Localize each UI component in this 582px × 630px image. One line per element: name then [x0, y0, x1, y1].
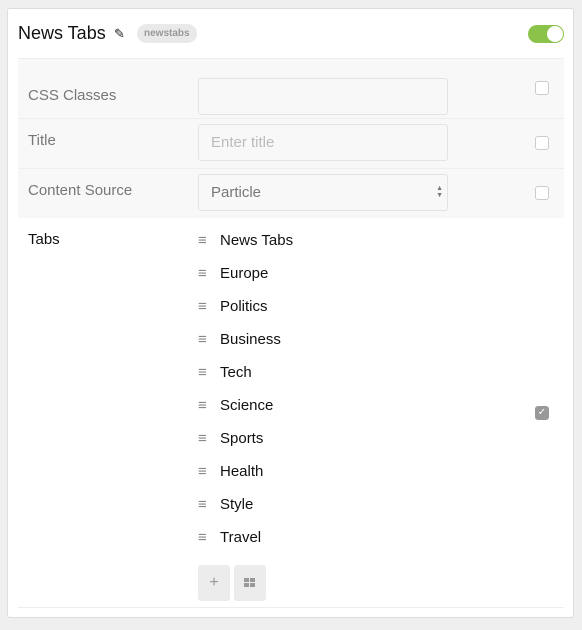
drag-handle-icon[interactable]: ≡: [198, 264, 220, 284]
tab-item[interactable]: ≡ Tech: [198, 363, 252, 383]
tab-item[interactable]: ≡ Science: [198, 396, 273, 416]
divider: [18, 168, 564, 169]
title-override-checkbox[interactable]: [535, 136, 549, 150]
content-source-select[interactable]: Particle ▲ ▼: [198, 174, 448, 211]
drag-handle-icon[interactable]: ≡: [198, 297, 220, 317]
tab-item[interactable]: ≡ Style: [198, 495, 253, 515]
tab-item-label: Politics: [220, 298, 268, 315]
drag-handle-icon[interactable]: ≡: [198, 495, 220, 515]
tab-item-label: Business: [220, 331, 281, 348]
particle-card: News Tabs ✎ newstabs CSS Classes Title E…: [7, 8, 574, 618]
tab-item[interactable]: ≡ Business: [198, 330, 281, 350]
content-source-label: Content Source: [28, 182, 133, 199]
toggle-knob: [547, 26, 563, 42]
plus-icon: +: [209, 574, 219, 591]
drag-handle-icon[interactable]: ≡: [198, 462, 220, 482]
tab-item-label: Sports: [220, 430, 264, 447]
enabled-toggle[interactable]: [528, 25, 564, 43]
drag-handle-icon[interactable]: ≡: [198, 231, 220, 251]
tab-item-label: Style: [220, 496, 254, 513]
drag-handle-icon[interactable]: ≡: [198, 363, 220, 383]
tab-item[interactable]: ≡ Travel: [198, 528, 261, 548]
tab-item-label: Science: [220, 397, 274, 414]
tabs-override-checkbox[interactable]: ✓: [535, 406, 549, 420]
drag-handle-icon[interactable]: ≡: [198, 396, 220, 416]
drag-handle-icon[interactable]: ≡: [198, 429, 220, 449]
css-classes-label: CSS Classes: [28, 87, 117, 104]
tab-item-label: Travel: [220, 529, 262, 546]
css-classes-input[interactable]: [198, 78, 448, 115]
title-input[interactable]: Enter title: [198, 124, 448, 161]
tab-item-label: News Tabs: [220, 232, 294, 249]
add-tab-button[interactable]: +: [198, 565, 230, 601]
grid-icon: [244, 577, 255, 587]
tab-item[interactable]: ≡ Politics: [198, 297, 268, 317]
particle-type-badge: newstabs: [137, 24, 197, 43]
select-arrows-icon: ▲ ▼: [436, 185, 443, 199]
tab-item-label: Europe: [220, 265, 269, 282]
divider: [18, 118, 564, 119]
css-classes-override-checkbox[interactable]: [535, 81, 549, 95]
particle-title: News Tabs: [18, 23, 106, 43]
pencil-icon[interactable]: ✎: [114, 26, 125, 42]
add-multiple-button[interactable]: [234, 565, 266, 601]
tab-item[interactable]: ≡ Health: [198, 462, 263, 482]
tabs-label: Tabs: [28, 231, 60, 248]
title-label: Title: [28, 132, 56, 149]
tab-item[interactable]: ≡ Europe: [198, 264, 268, 284]
content-source-value: Particle: [211, 184, 262, 201]
tab-item[interactable]: ≡ News Tabs: [198, 231, 293, 251]
drag-handle-icon[interactable]: ≡: [198, 330, 220, 350]
tab-item-label: Tech: [220, 364, 252, 381]
tab-item[interactable]: ≡ Sports: [198, 429, 263, 449]
drag-handle-icon[interactable]: ≡: [198, 528, 220, 548]
tab-item-label: Health: [220, 463, 264, 480]
divider: [18, 607, 564, 608]
content-source-override-checkbox[interactable]: [535, 186, 549, 200]
